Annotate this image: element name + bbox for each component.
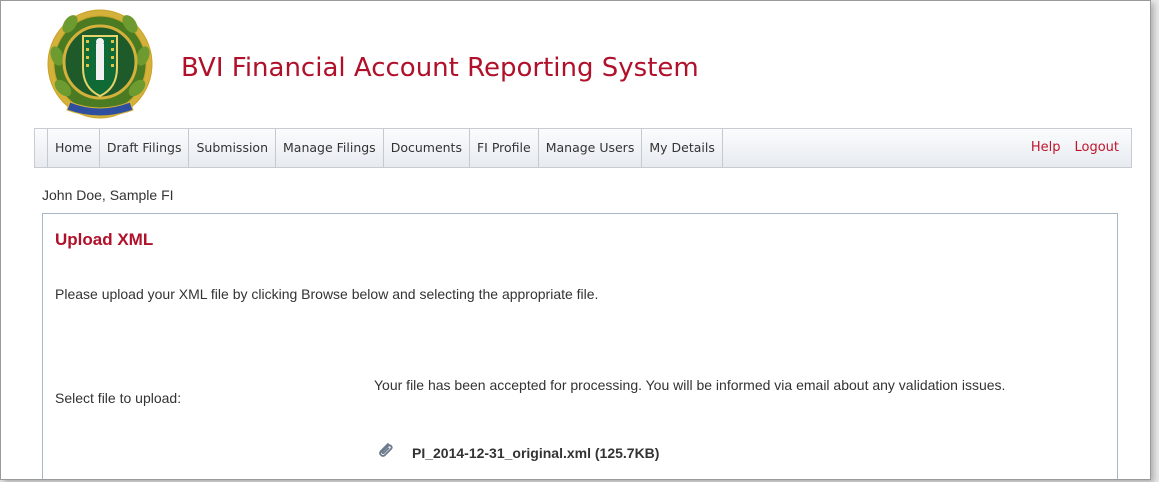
upload-xml-panel: Upload XML Please upload your XML file b… — [42, 213, 1118, 479]
main-navigation: Home Draft Filings Submission Manage Fil… — [34, 128, 1132, 168]
bvi-coat-of-arms-logo — [45, 6, 155, 122]
upload-result-message: Your file has been accepted for processi… — [374, 377, 1006, 393]
browser-frame: BVI Financial Account Reporting System H… — [0, 0, 1151, 480]
user-info: John Doe, Sample FI — [42, 187, 174, 203]
paperclip-icon — [376, 441, 394, 464]
nav-submission[interactable]: Submission — [189, 129, 276, 167]
help-link[interactable]: Help — [1031, 129, 1061, 167]
uploaded-file-row: PI_2014-12-31_original.xml (125.7KB) — [376, 441, 659, 464]
select-file-label: Select file to upload: — [55, 390, 182, 406]
app-title: BVI Financial Account Reporting System — [181, 53, 699, 83]
nav-my-details[interactable]: My Details — [642, 129, 723, 167]
nav-documents[interactable]: Documents — [384, 129, 470, 167]
uploaded-file-name[interactable]: PI_2014-12-31_original.xml (125.7KB) — [412, 445, 659, 461]
upload-instructions: Please upload your XML file by clicking … — [55, 286, 599, 302]
nav-draft-filings[interactable]: Draft Filings — [100, 129, 190, 167]
nav-manage-filings[interactable]: Manage Filings — [276, 129, 384, 167]
panel-title: Upload XML — [55, 230, 154, 249]
nav-manage-users[interactable]: Manage Users — [539, 129, 643, 167]
nav-fi-profile[interactable]: FI Profile — [470, 129, 539, 167]
page-header: BVI Financial Account Reporting System — [1, 1, 1150, 127]
nav-home[interactable]: Home — [47, 129, 100, 167]
logout-link[interactable]: Logout — [1074, 129, 1119, 167]
